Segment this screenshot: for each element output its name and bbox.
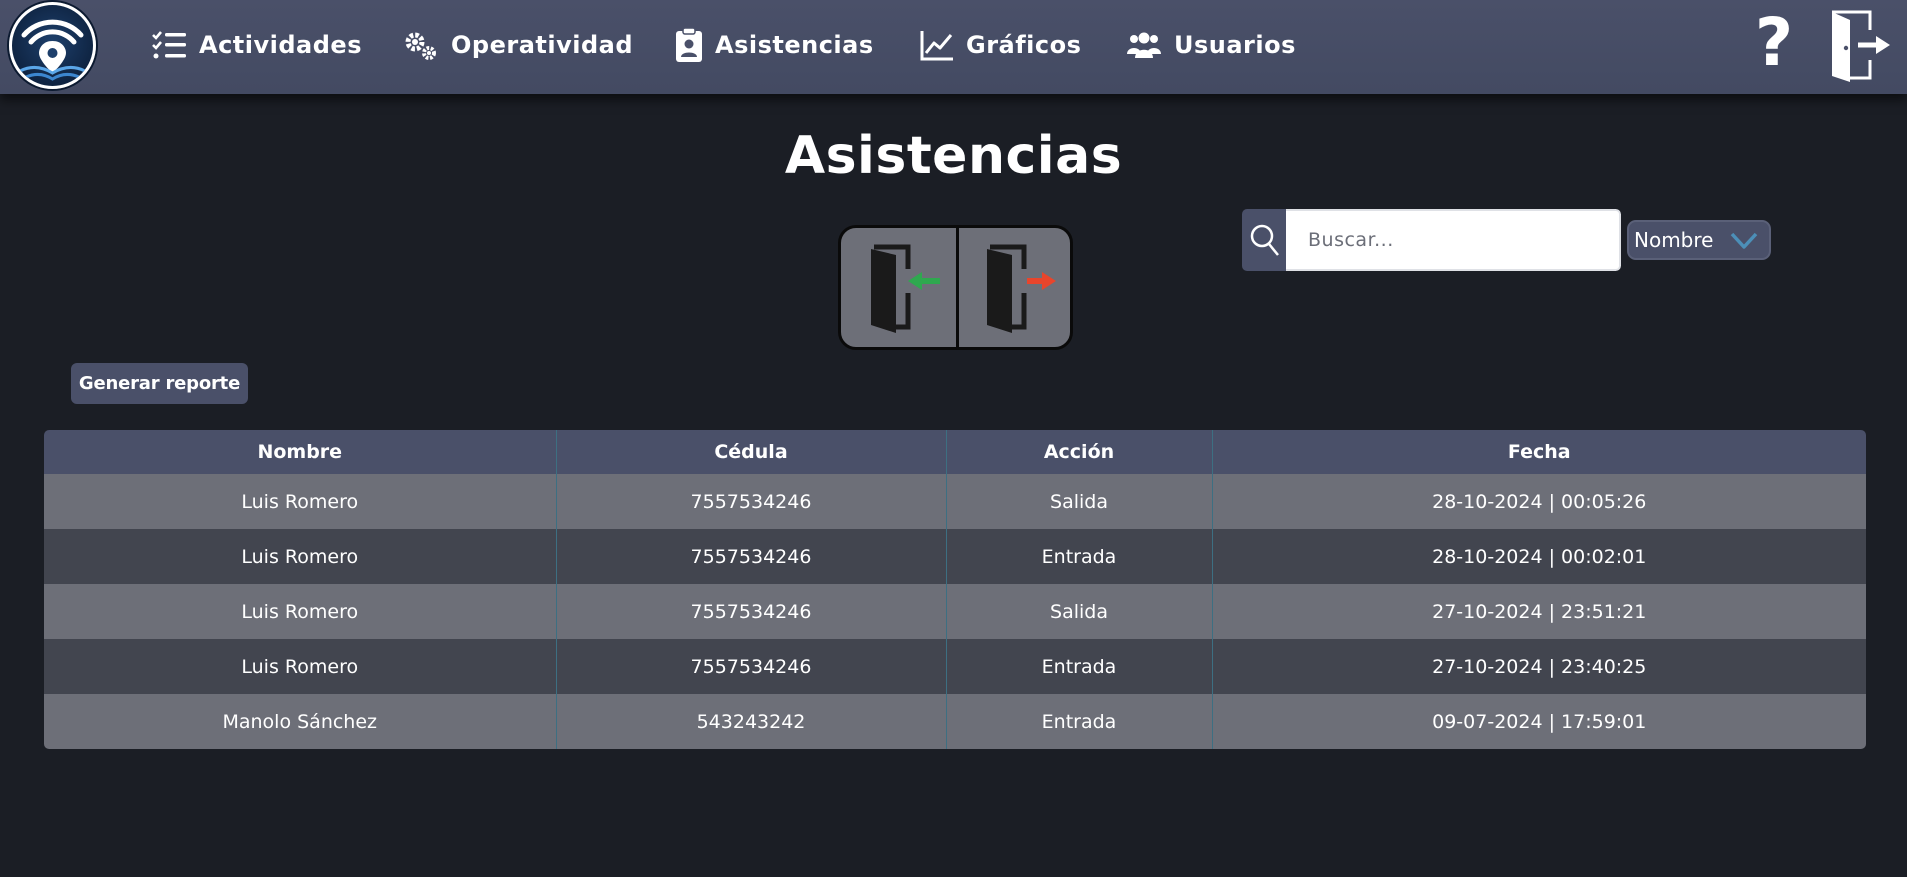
attendance-table: Nombre Cédula Acción Fecha Luis Romero 7… bbox=[44, 430, 1866, 749]
nav-item-label: Gráficos bbox=[966, 31, 1082, 59]
cell-accion: Entrada bbox=[945, 694, 1212, 749]
cell-cedula: 7557534246 bbox=[555, 584, 946, 639]
search-button[interactable] bbox=[1242, 209, 1286, 271]
filter-selected-value: Nombre bbox=[1634, 228, 1714, 252]
cell-cedula: 7557534246 bbox=[555, 639, 946, 694]
nav-item-label: Operatividad bbox=[451, 31, 634, 59]
cell-cedula: 7557534246 bbox=[555, 474, 946, 529]
cell-accion: Salida bbox=[945, 474, 1212, 529]
cell-nombre: Luis Romero bbox=[44, 529, 556, 584]
cell-nombre: Luis Romero bbox=[44, 474, 556, 529]
cell-nombre: Luis Romero bbox=[44, 639, 556, 694]
nav-item-graficos[interactable]: Gráficos bbox=[920, 22, 1081, 68]
clipboard-user-icon bbox=[676, 27, 702, 62]
table-header-row: Nombre Cédula Acción Fecha bbox=[44, 430, 1866, 474]
app-logo[interactable] bbox=[9, 2, 96, 89]
chevron-down-icon bbox=[1730, 232, 1758, 249]
cell-fecha: 28-10-2024 | 00:05:26 bbox=[1211, 474, 1866, 529]
cell-nombre: Manolo Sánchez bbox=[44, 694, 556, 749]
search-icon bbox=[1250, 224, 1279, 256]
help-icon[interactable]: ? bbox=[1752, 6, 1796, 80]
nav-item-operatividad[interactable]: Operatividad bbox=[403, 22, 633, 68]
table-row[interactable]: Luis Romero 7557534246 Entrada 27-10-202… bbox=[44, 639, 1866, 694]
nav-item-label: Usuarios bbox=[1174, 31, 1296, 59]
door-entry-icon bbox=[871, 244, 941, 333]
search-filter-select[interactable]: Nombre bbox=[1627, 220, 1771, 260]
nav-item-asistencias[interactable]: Asistencias bbox=[675, 22, 874, 68]
cell-fecha: 27-10-2024 | 23:40:25 bbox=[1211, 639, 1866, 694]
nav-item-actividades[interactable]: Actividades bbox=[151, 22, 362, 68]
door-exit-icon bbox=[987, 244, 1057, 333]
entry-exit-toggle bbox=[838, 225, 1073, 350]
line-chart-icon bbox=[920, 31, 953, 61]
column-header-cedula[interactable]: Cédula bbox=[555, 430, 946, 474]
cell-cedula: 543243242 bbox=[555, 694, 946, 749]
table-row[interactable]: Luis Romero 7557534246 Salida 27-10-2024… bbox=[44, 584, 1866, 639]
nav-item-label: Actividades bbox=[199, 31, 362, 59]
cell-accion: Entrada bbox=[945, 639, 1212, 694]
table-row[interactable]: Luis Romero 7557534246 Salida 28-10-2024… bbox=[44, 474, 1866, 529]
nav-item-label: Asistencias bbox=[715, 31, 874, 59]
exit-button[interactable] bbox=[955, 228, 1071, 347]
table-row[interactable]: Manolo Sánchez 543243242 Entrada 09-07-2… bbox=[44, 694, 1866, 749]
column-header-accion[interactable]: Acción bbox=[945, 430, 1212, 474]
cell-fecha: 27-10-2024 | 23:51:21 bbox=[1211, 584, 1866, 639]
gears-icon bbox=[405, 32, 436, 60]
users-icon bbox=[1127, 32, 1161, 58]
top-navigation-bar: Actividades Operatividad Asistencias Grá… bbox=[0, 0, 1907, 94]
nav-item-usuarios[interactable]: Usuarios bbox=[1126, 22, 1296, 68]
cell-cedula: 7557534246 bbox=[555, 529, 946, 584]
task-list-icon bbox=[152, 31, 186, 59]
column-header-fecha[interactable]: Fecha bbox=[1211, 430, 1866, 474]
table-row[interactable]: Luis Romero 7557534246 Entrada 28-10-202… bbox=[44, 529, 1866, 584]
cell-fecha: 09-07-2024 | 17:59:01 bbox=[1211, 694, 1866, 749]
search-input[interactable] bbox=[1286, 209, 1621, 271]
cell-accion: Entrada bbox=[945, 529, 1212, 584]
search-box bbox=[1242, 209, 1621, 271]
page-title: Asistencias bbox=[784, 126, 1123, 186]
cell-accion: Salida bbox=[945, 584, 1212, 639]
generate-report-button[interactable]: Generar reporte bbox=[71, 363, 248, 404]
wifi-pin-logo-icon bbox=[19, 19, 86, 81]
logout-icon[interactable] bbox=[1826, 8, 1892, 82]
entry-button[interactable] bbox=[841, 228, 956, 347]
column-header-nombre[interactable]: Nombre bbox=[44, 430, 556, 474]
cell-nombre: Luis Romero bbox=[44, 584, 556, 639]
cell-fecha: 28-10-2024 | 00:02:01 bbox=[1211, 529, 1866, 584]
